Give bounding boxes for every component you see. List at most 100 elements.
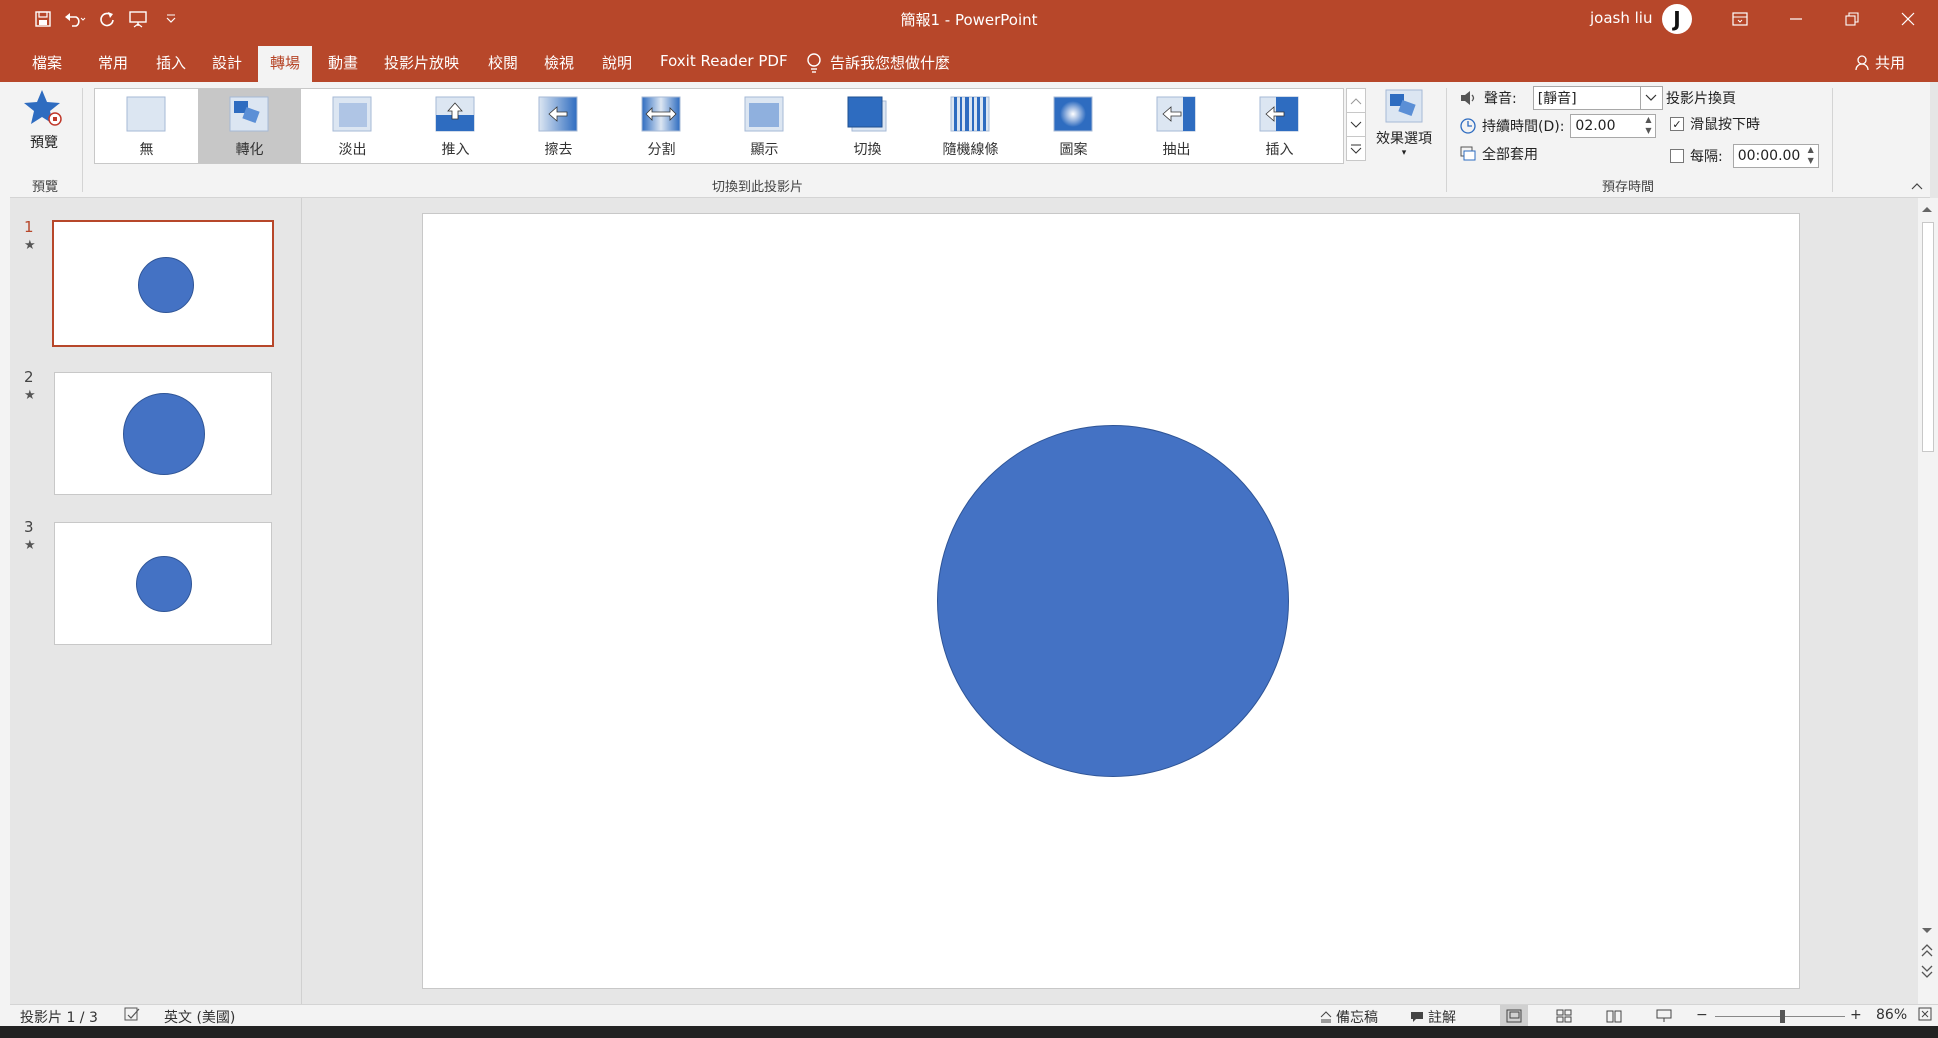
tab-design[interactable]: 設計 <box>200 46 254 82</box>
transition-random-bars[interactable]: 隨機線條 <box>919 89 1022 163</box>
chevron-down-icon: ▾ <box>1401 148 1407 158</box>
gallery-scroll-up[interactable] <box>1346 88 1366 113</box>
transition-split[interactable]: 分割 <box>610 89 713 163</box>
tab-home[interactable]: 常用 <box>86 46 140 82</box>
transition-cut[interactable]: 切換 <box>816 89 919 163</box>
transition-reveal[interactable]: 顯示 <box>713 89 816 163</box>
close-button[interactable] <box>1880 0 1936 38</box>
transition-none[interactable]: 無 <box>95 89 198 163</box>
transition-wipe[interactable]: 擦去 <box>507 89 610 163</box>
minimize-icon <box>1790 18 1802 20</box>
comments-button[interactable]: 註解 <box>1410 1007 1456 1027</box>
circle-shape[interactable] <box>937 425 1289 777</box>
slide-canvas[interactable] <box>422 213 1800 989</box>
shape-transition-icon <box>1053 96 1093 132</box>
circle-shape <box>136 556 192 612</box>
transition-cover[interactable]: 插入 <box>1228 89 1331 163</box>
zoom-in-button[interactable]: + <box>1850 1007 1862 1023</box>
fit-to-window-button[interactable] <box>1918 1007 1932 1021</box>
tab-animations[interactable]: 動畫 <box>316 46 370 82</box>
transition-label: 轉化 <box>235 142 264 158</box>
tab-foxit-reader-pdf[interactable]: Foxit Reader PDF <box>648 46 800 82</box>
after-label: 每隔: <box>1690 149 1723 165</box>
after-time-input[interactable]: 00:00.00 ▲ ▼ <box>1732 144 1819 168</box>
tab-slideshow[interactable]: 投影片放映 <box>372 46 471 82</box>
transition-uncover[interactable]: 抽出 <box>1125 89 1228 163</box>
speaker-icon <box>1461 91 1475 105</box>
lightbulb-icon <box>807 52 821 73</box>
random-bars-transition-icon <box>950 96 990 132</box>
chevron-down-icon <box>1639 87 1662 109</box>
transition-label: 顯示 <box>750 142 779 158</box>
spelling-check-button[interactable] <box>124 1007 140 1021</box>
circle-shape <box>138 257 194 313</box>
sound-label: 聲音: <box>1484 91 1517 107</box>
ribbon-display-options-button[interactable] <box>1712 0 1768 38</box>
on-click-checkbox[interactable]: ✓ <box>1670 117 1684 131</box>
tab-help[interactable]: 說明 <box>590 46 644 82</box>
after-spinner[interactable]: ▲ ▼ <box>1804 144 1818 168</box>
restore-button[interactable] <box>1824 0 1880 38</box>
notes-icon <box>1320 1011 1332 1023</box>
title-bar: 簡報1 - PowerPoint joash liu J <box>0 0 1938 38</box>
after-checkbox[interactable] <box>1670 149 1684 163</box>
tab-transitions[interactable]: 轉場 <box>258 46 313 82</box>
apply-all-button[interactable]: 全部套用 <box>1460 144 1538 164</box>
zoom-out-button[interactable]: − <box>1696 1007 1708 1023</box>
transition-push[interactable]: 推入 <box>404 89 507 163</box>
scroll-thumb[interactable] <box>1922 222 1934 452</box>
slideshow-view-button[interactable] <box>1650 1005 1678 1027</box>
language-indicator[interactable]: 英文 (美國) <box>164 1007 235 1027</box>
slide-thumbnail-3[interactable] <box>54 522 272 645</box>
tab-file[interactable]: 檔案 <box>20 46 74 82</box>
transition-star-icon: ★ <box>24 238 36 253</box>
on-mouse-click-option[interactable]: ✓ 滑鼠按下時 <box>1670 114 1760 134</box>
tab-review[interactable]: 校閱 <box>476 46 530 82</box>
scroll-down-icon[interactable] <box>1921 924 1933 939</box>
clock-icon <box>1460 118 1476 134</box>
zoom-level[interactable]: 86% <box>1876 1007 1907 1023</box>
normal-view-button[interactable] <box>1500 1005 1528 1027</box>
transition-shape[interactable]: 圖案 <box>1022 89 1125 163</box>
fade-transition-icon <box>332 96 372 132</box>
chevron-up-icon <box>1350 97 1362 104</box>
book-icon <box>1606 1010 1622 1023</box>
user-name[interactable]: joash liu <box>1590 9 1652 27</box>
transition-morph[interactable]: 轉化 <box>198 89 301 163</box>
effect-options-button[interactable]: 效果選項 ▾ <box>1372 88 1436 158</box>
grid-icon <box>1556 1009 1572 1023</box>
duration-input[interactable]: 02.00 ▲ ▼ <box>1570 114 1657 138</box>
tab-insert[interactable]: 插入 <box>144 46 198 82</box>
sound-row: 聲音: [靜音] <box>1460 86 1663 110</box>
preview-label: 預覽 <box>30 135 58 151</box>
share-button[interactable]: 共用 <box>1855 52 1905 73</box>
apply-all-label: 全部套用 <box>1482 147 1538 163</box>
preview-button[interactable]: 預覽 <box>22 88 66 152</box>
after-value: 00:00.00 <box>1737 148 1801 164</box>
slide-sorter-view-button[interactable] <box>1550 1005 1578 1027</box>
collapse-ribbon-button[interactable] <box>1910 180 1924 195</box>
zoom-slider-thumb[interactable] <box>1780 1010 1785 1023</box>
avatar[interactable]: J <box>1662 4 1692 34</box>
duration-spinner[interactable]: ▲ ▼ <box>1641 114 1655 138</box>
notes-button[interactable]: 備忘稿 <box>1320 1007 1378 1027</box>
tab-view[interactable]: 檢視 <box>532 46 586 82</box>
slide-thumbnail-2[interactable] <box>54 372 272 495</box>
status-bar: 投影片 1 / 3 英文 (美國) 備忘稿 註解 − + 86% <box>10 1004 1938 1027</box>
group-separator <box>82 88 83 192</box>
transition-label: 無 <box>139 142 154 158</box>
previous-slide-icon[interactable] <box>1921 944 1933 962</box>
next-slide-icon[interactable] <box>1921 964 1933 982</box>
gallery-scroll-down[interactable] <box>1346 112 1366 137</box>
sound-dropdown[interactable]: [靜音] <box>1532 86 1663 110</box>
minimize-button[interactable] <box>1768 0 1824 38</box>
duration-row: 持續時間(D): 02.00 ▲ ▼ <box>1460 114 1657 138</box>
gallery-more[interactable] <box>1346 136 1366 161</box>
reading-view-button[interactable] <box>1600 1005 1628 1027</box>
transition-fade[interactable]: 淡出 <box>301 89 404 163</box>
vertical-scrollbar[interactable] <box>1918 198 1938 1004</box>
gallery-scroll <box>1346 88 1366 164</box>
slide-thumbnail-1[interactable] <box>52 220 274 347</box>
tell-me-search[interactable]: 告訴我您想做什麼 <box>806 52 950 73</box>
scroll-up-icon[interactable] <box>1921 202 1933 217</box>
